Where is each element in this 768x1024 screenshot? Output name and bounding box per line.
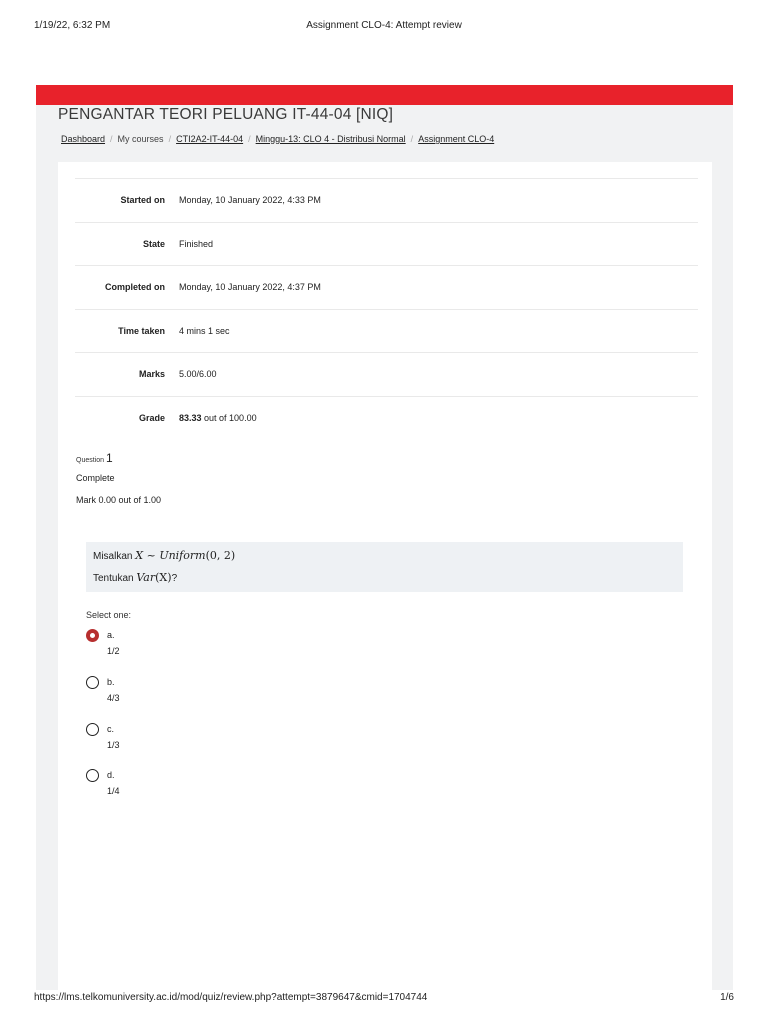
breadcrumb-separator: / xyxy=(248,134,251,144)
option-letter: d. xyxy=(107,770,115,780)
page-title: PENGANTAR TEORI PELUANG IT-44-04 [NIQ] xyxy=(58,106,394,123)
summary-value: Monday, 10 January 2022, 4:37 PM xyxy=(179,282,321,293)
radio-button-selected[interactable] xyxy=(86,629,99,642)
breadcrumb-separator: / xyxy=(110,134,113,144)
summary-value: Finished xyxy=(179,238,214,249)
breadcrumb-course[interactable]: CTI2A2-IT-44-04 xyxy=(176,134,243,144)
breadcrumb: Dashboard / My courses / CTI2A2-IT-44-04… xyxy=(61,134,494,144)
question-state: Complete xyxy=(76,473,115,483)
question-number-value: 1 xyxy=(106,451,113,465)
answer-option-b[interactable]: b. 4/3 xyxy=(86,676,286,712)
select-one-prompt: Select one: xyxy=(86,610,132,620)
attempt-summary-table: Started on Monday, 10 January 2022, 4:33… xyxy=(75,178,698,440)
option-letter: c. xyxy=(107,724,115,734)
option-answer: 1/3 xyxy=(107,740,120,750)
summary-row-started-on: Started on Monday, 10 January 2022, 4:33… xyxy=(75,178,698,223)
math-expression: Var(X) xyxy=(136,571,172,584)
summary-value: 4 mins 1 sec xyxy=(179,325,230,336)
option-answer: 1/2 xyxy=(107,646,120,656)
breadcrumb-section[interactable]: Minggu-13: CLO 4 - Distribusi Normal xyxy=(256,134,406,144)
summary-row-completed-on: Completed on Monday, 10 January 2022, 4:… xyxy=(75,265,698,310)
radio-button[interactable] xyxy=(86,723,99,736)
summary-label: Started on xyxy=(120,195,165,206)
print-footer: https://lms.telkomuniversity.ac.id/mod/q… xyxy=(0,992,768,1006)
breadcrumb-dashboard[interactable]: Dashboard xyxy=(61,134,105,144)
option-letter: b. xyxy=(107,677,115,687)
option-answer: 4/3 xyxy=(107,693,120,703)
question-text-line-1: Misalkan X ~ Uniform(0, 2) xyxy=(93,549,236,562)
breadcrumb-separator: / xyxy=(410,134,414,144)
radio-button[interactable] xyxy=(86,676,99,689)
summary-value: 5.00/6.00 xyxy=(179,369,217,380)
math-expression: X ~ Uniform(0, 2) xyxy=(135,549,236,562)
summary-value: 83.33 out of 100.00 xyxy=(179,396,698,440)
summary-row-state: State Finished xyxy=(75,222,698,266)
option-letter: a. xyxy=(107,630,115,640)
review-content: Started on Monday, 10 January 2022, 4:33… xyxy=(58,162,712,990)
answer-option-d[interactable]: d. 1/4 xyxy=(86,769,286,805)
breadcrumb-separator: / xyxy=(168,134,172,144)
breadcrumb-my-courses: My courses xyxy=(117,134,164,144)
summary-value: Monday, 10 January 2022, 4:33 PM xyxy=(179,195,321,206)
option-answer: 1/4 xyxy=(107,786,120,796)
answer-option-a[interactable]: a. 1/2 xyxy=(86,629,286,665)
summary-row-grade: Grade 83.33 out of 100.00 xyxy=(75,396,698,440)
summary-label: Completed on xyxy=(105,282,165,293)
page-container: PENGANTAR TEORI PELUANG IT-44-04 [NIQ] D… xyxy=(36,85,733,990)
question-grade: Mark 0.00 out of 1.00 xyxy=(76,495,162,505)
print-header: 1/19/22, 6:32 PM Assignment CLO-4: Attem… xyxy=(0,14,768,34)
summary-row-marks: Marks 5.00/6.00 xyxy=(75,352,698,397)
print-title: Assignment CLO-4: Attempt review xyxy=(306,20,462,31)
summary-row-time-taken: Time taken 4 mins 1 sec xyxy=(75,309,698,353)
summary-label: Grade xyxy=(138,413,165,423)
top-navbar xyxy=(36,85,733,105)
question-text-line-2: Tentukan Var(X)? xyxy=(93,571,178,584)
radio-button[interactable] xyxy=(86,769,99,782)
print-url: https://lms.telkomuniversity.ac.id/mod/q… xyxy=(34,992,428,1003)
question-info: Question 1 Complete Mark 0.00 out of 1.00 xyxy=(76,451,161,505)
grade-out-of: out of 100.00 xyxy=(201,413,257,423)
question-label: Question xyxy=(76,457,105,464)
summary-label: State xyxy=(142,238,165,249)
summary-label: Marks xyxy=(138,369,165,380)
print-page-number: 1/6 xyxy=(720,992,734,1003)
grade-value: 83.33 xyxy=(179,413,202,423)
question-number: Question 1 xyxy=(76,451,161,465)
breadcrumb-assignment[interactable]: Assignment CLO-4 xyxy=(418,134,494,144)
question-text-box: Misalkan X ~ Uniform(0, 2) Tentukan Var(… xyxy=(86,542,683,592)
answer-option-c[interactable]: c. 1/3 xyxy=(86,723,286,759)
summary-label: Time taken xyxy=(118,325,165,336)
